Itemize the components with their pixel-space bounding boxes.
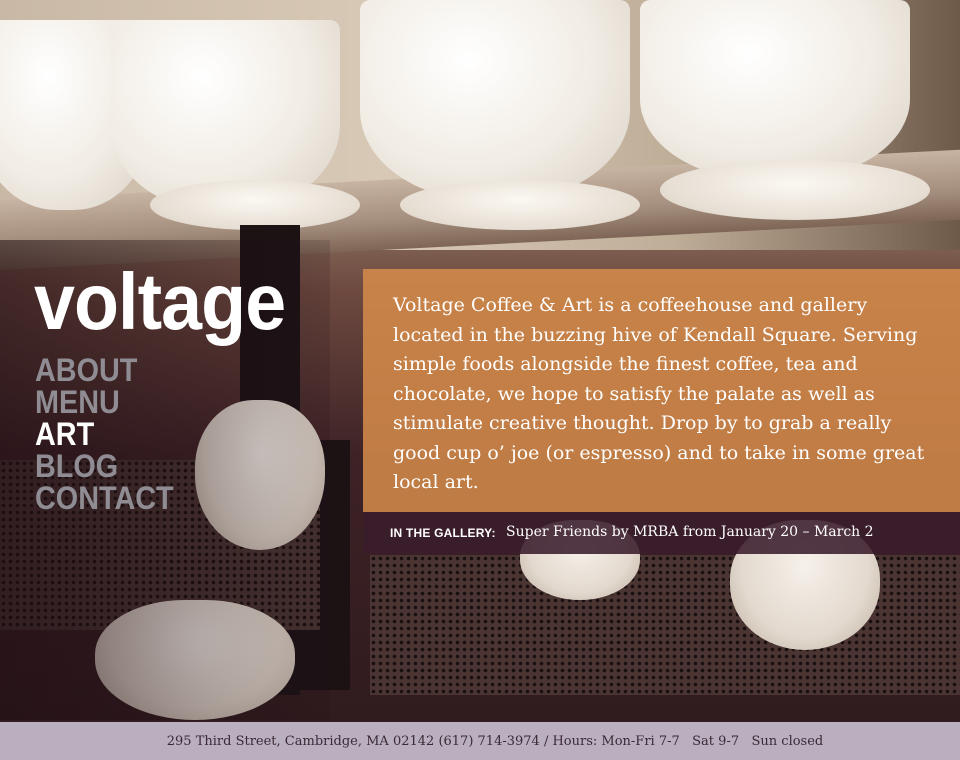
footer-bar: 295 Third Street, Cambridge, MA 02142 (6… <box>0 722 960 760</box>
main-nav: ABOUT MENU ART BLOG CONTACT <box>35 354 189 514</box>
saucer-1 <box>150 180 360 230</box>
saucer-3 <box>660 160 930 220</box>
saucer-2 <box>400 180 640 230</box>
intro-panel: Voltage Coffee & Art is a coffeehouse an… <box>363 269 960 512</box>
nav-item-art[interactable]: ART <box>35 418 174 450</box>
gallery-label: IN THE GALLERY: <box>390 526 496 540</box>
dripper-3 <box>360 0 630 200</box>
gallery-bar: IN THE GALLERY: Super Friends by MRBA fr… <box>363 512 960 554</box>
nav-item-menu[interactable]: MENU <box>35 386 174 418</box>
dripper-4 <box>640 0 910 180</box>
nav-item-blog[interactable]: BLOG <box>35 450 174 482</box>
site-logo[interactable]: voltage <box>34 262 286 342</box>
gallery-text: Super Friends by MRBA from January 20 – … <box>506 524 874 540</box>
footer-address-hours: 295 Third Street, Cambridge, MA 02142 (6… <box>166 734 824 749</box>
intro-text: Voltage Coffee & Art is a coffeehouse an… <box>393 294 925 493</box>
nav-item-contact[interactable]: CONTACT <box>35 482 174 514</box>
nav-item-about[interactable]: ABOUT <box>35 354 174 386</box>
